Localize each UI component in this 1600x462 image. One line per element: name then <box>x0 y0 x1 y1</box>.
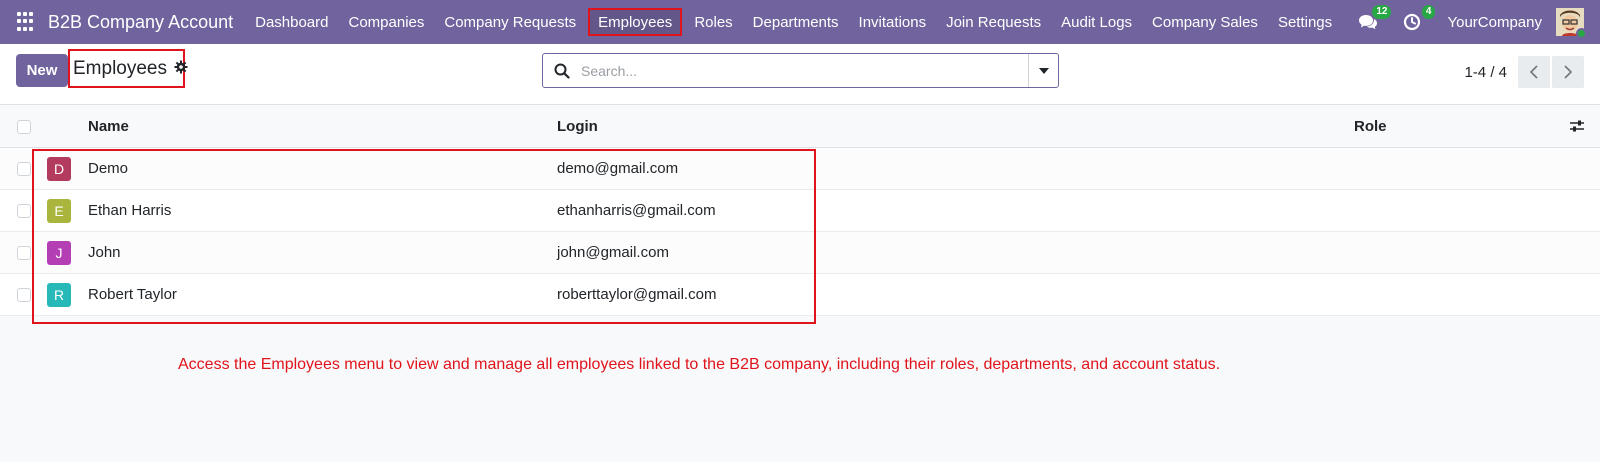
breadcrumb: Employees <box>68 49 188 88</box>
pager: 1-4 / 4 <box>1464 56 1584 88</box>
activities-button[interactable]: 4 <box>1401 5 1436 33</box>
menu-item-settings[interactable]: Settings <box>1268 0 1342 44</box>
employee-login: john@gmail.com <box>557 244 669 261</box>
control-panel: New Employees Search... 1-4 / 4 <box>0 44 1600 105</box>
main-menu: Dashboard Companies Company Requests Emp… <box>245 0 1342 44</box>
employee-avatar: D <box>47 156 71 181</box>
select-all-checkbox[interactable] <box>17 119 31 134</box>
table-row[interactable]: R Robert Taylor roberttaylor@gmail.com <box>0 274 1600 316</box>
row-checkbox[interactable] <box>17 161 31 176</box>
activities-count-badge: 4 <box>1421 5 1436 19</box>
column-header-login[interactable]: Login <box>557 118 598 135</box>
menu-item-roles[interactable]: Roles <box>684 0 742 44</box>
employee-name: Robert Taylor <box>88 286 177 303</box>
list-body: D Demo demo@gmail.com E Ethan Harris eth… <box>0 148 1600 316</box>
list-header: Name Login Role <box>0 106 1600 148</box>
row-checkbox[interactable] <box>17 203 31 218</box>
pager-next-button[interactable] <box>1552 56 1584 88</box>
menu-item-company-requests[interactable]: Company Requests <box>434 0 586 44</box>
employee-login: ethanharris@gmail.com <box>557 202 716 219</box>
menu-item-audit-logs[interactable]: Audit Logs <box>1051 0 1142 44</box>
menu-item-departments[interactable]: Departments <box>743 0 849 44</box>
search-bar <box>542 53 1059 88</box>
table-row[interactable]: D Demo demo@gmail.com <box>0 148 1600 190</box>
employee-login: roberttaylor@gmail.com <box>557 286 717 303</box>
pager-value[interactable]: 1-4 / 4 <box>1464 64 1507 81</box>
table-row[interactable]: E Ethan Harris ethanharris@gmail.com <box>0 190 1600 232</box>
menu-item-invitations[interactable]: Invitations <box>849 0 937 44</box>
column-header-role[interactable]: Role <box>1354 118 1387 135</box>
new-button[interactable]: New <box>16 54 68 87</box>
annotation-text: Access the Employees menu to view and ma… <box>178 356 1221 373</box>
employee-name: John <box>88 244 121 261</box>
menu-item-employees[interactable]: Employees <box>588 8 683 36</box>
page-title: Employees <box>73 57 167 79</box>
systray: 12 4 YourCompany <box>1357 0 1600 44</box>
gear-icon[interactable] <box>174 60 188 77</box>
chevron-left-icon <box>1530 65 1538 79</box>
sliders-icon <box>1570 120 1584 132</box>
search-options-toggle[interactable] <box>1028 54 1058 87</box>
column-header-name[interactable]: Name <box>88 118 129 135</box>
employee-login: demo@gmail.com <box>557 160 679 177</box>
table-row[interactable]: J John john@gmail.com <box>0 232 1600 274</box>
top-navbar: B2B Company Account Dashboard Companies … <box>0 0 1600 44</box>
messages-count-badge: 12 <box>1372 5 1392 19</box>
messages-button[interactable]: 12 <box>1357 5 1392 33</box>
optional-columns-toggle[interactable] <box>1569 119 1585 138</box>
employee-name: Demo <box>88 160 129 177</box>
pager-previous-button[interactable] <box>1518 56 1550 88</box>
employee-list: Name Login Role D Demo demo@gmail.com E … <box>0 106 1600 316</box>
caret-down-icon <box>1038 67 1049 74</box>
company-switcher[interactable]: YourCompany <box>1447 14 1542 31</box>
menu-item-companies[interactable]: Companies <box>339 0 435 44</box>
search-input[interactable] <box>581 54 1028 87</box>
online-status-dot <box>1576 28 1587 39</box>
menu-item-dashboard[interactable]: Dashboard <box>245 0 338 44</box>
employee-avatar: J <box>47 240 71 265</box>
user-avatar[interactable] <box>1556 8 1587 39</box>
employee-name: Ethan Harris <box>88 202 172 219</box>
app-title[interactable]: B2B Company Account <box>48 12 233 33</box>
clock-icon <box>1404 13 1421 31</box>
chevron-right-icon <box>1564 65 1572 79</box>
employee-avatar: R <box>47 282 71 307</box>
apps-menu-icon[interactable] <box>17 12 37 32</box>
row-checkbox[interactable] <box>17 287 31 302</box>
row-checkbox[interactable] <box>17 245 31 260</box>
search-icon <box>543 63 581 79</box>
menu-item-company-sales[interactable]: Company Sales <box>1142 0 1268 44</box>
employee-avatar: E <box>47 198 71 223</box>
menu-item-join-requests[interactable]: Join Requests <box>936 0 1051 44</box>
